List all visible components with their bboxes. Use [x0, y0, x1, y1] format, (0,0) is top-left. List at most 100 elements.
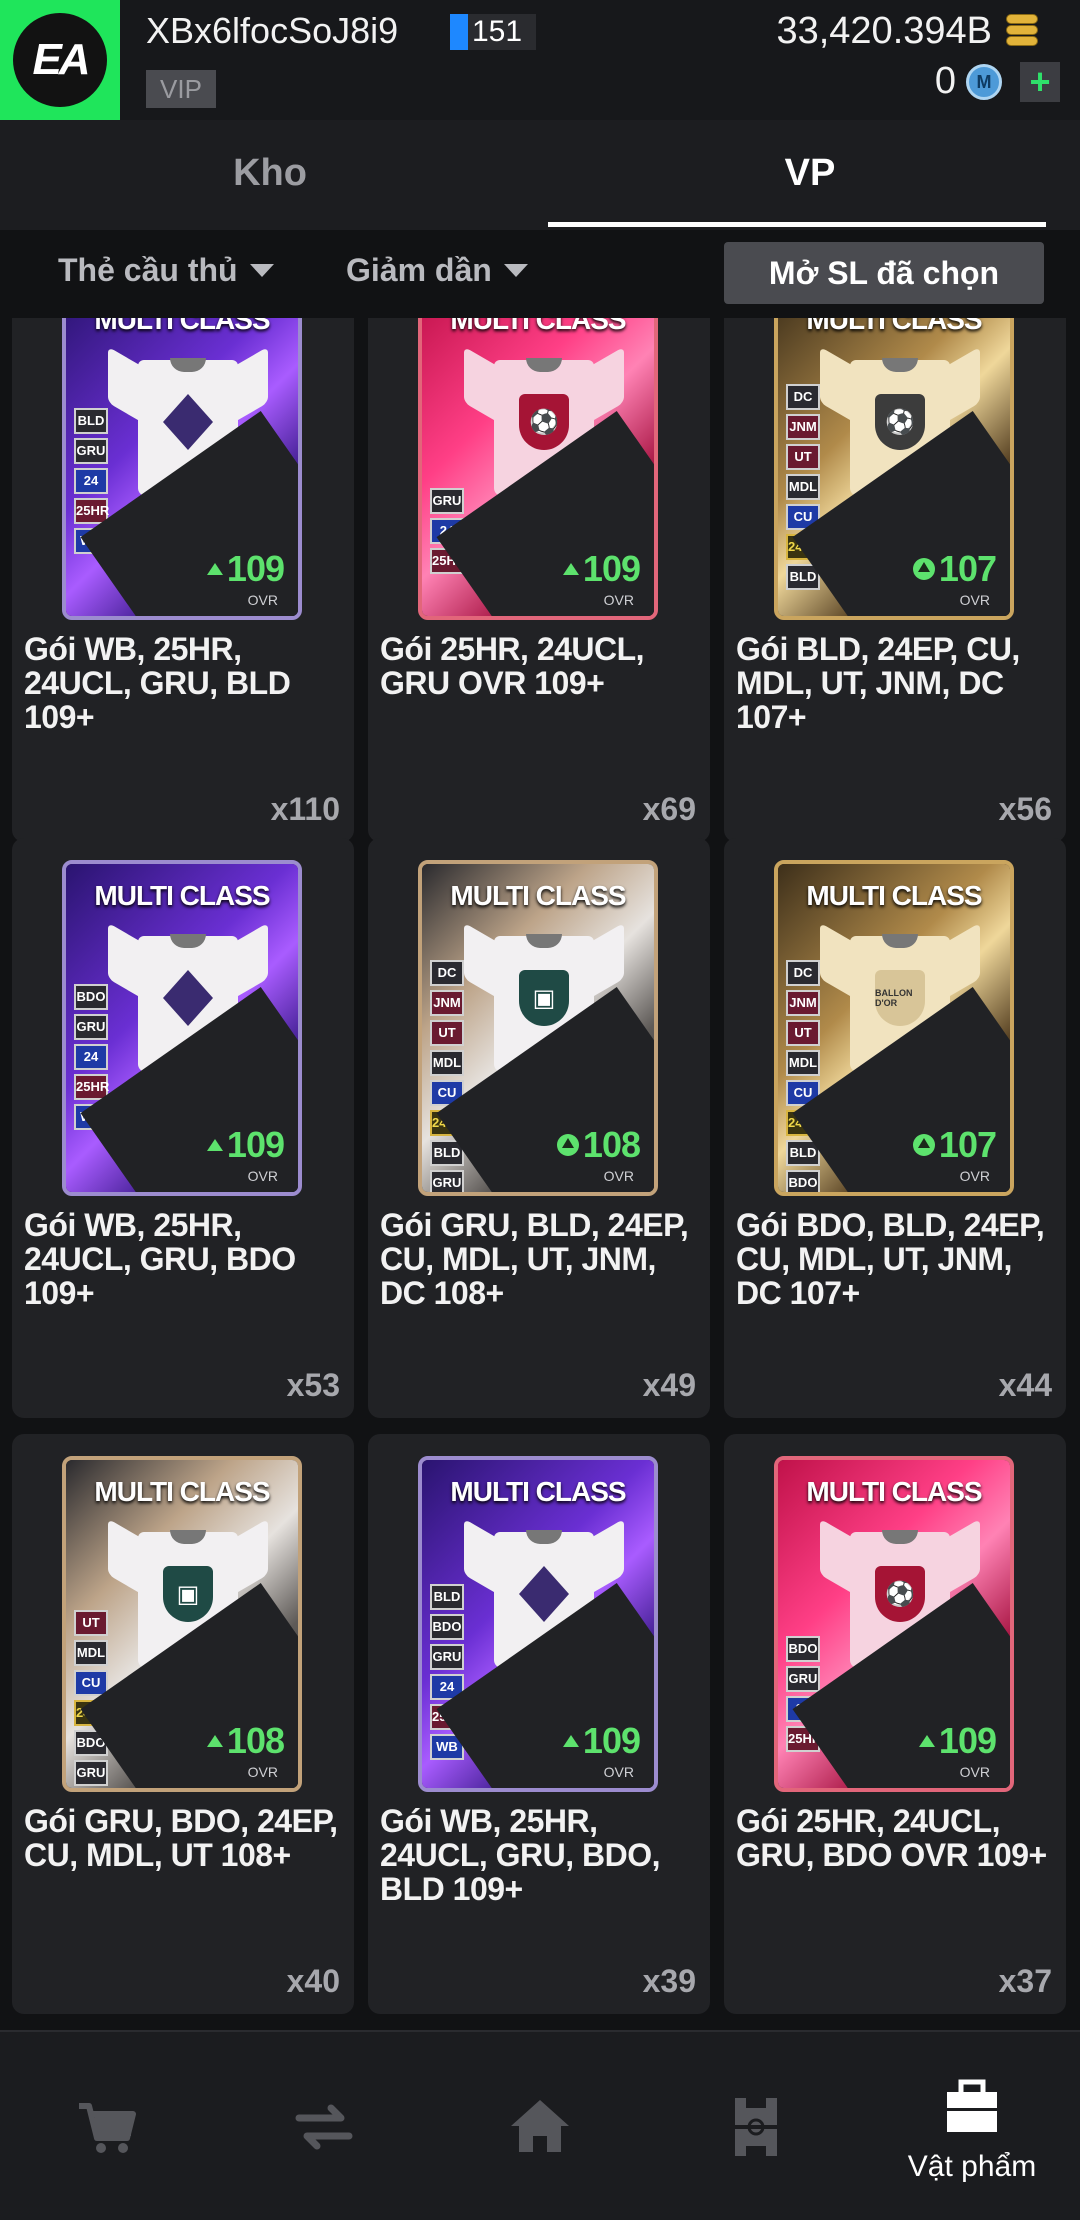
pack-title: MULTI CLASS	[450, 318, 626, 335]
pack-image: MULTI CLASS BLDBDOGRU2425HRWB 109 OVR	[418, 1456, 658, 1792]
arrow-up-icon	[206, 563, 223, 575]
item-card[interactable]: MULTI CLASS ⚽ BDOGRU2425HR 109 OVR Gói 2…	[724, 1434, 1066, 2014]
season-chip: GRU	[430, 1644, 464, 1670]
item-card[interactable]: MULTI CLASS ▣ DCJNMUTMDLCU24EPBLDGRU 108…	[368, 838, 710, 1418]
season-chip: GRU	[786, 1666, 820, 1692]
top-bar: EA XBx6lfocSoJ8i9 151 VIP 33,420.394B 0 …	[0, 0, 1080, 120]
active-tab-indicator	[548, 222, 1046, 227]
home-icon	[511, 2100, 569, 2152]
ovr-value: 107	[912, 1124, 997, 1166]
season-chip: DC	[430, 960, 464, 986]
bottom-nav: Vật phẩm	[0, 2030, 1080, 2220]
pack-image: MULTI CLASS ⚽ GRU2425HR 109 OVR	[418, 318, 658, 620]
item-quantity: x53	[286, 1367, 340, 1403]
season-chip: GRU	[430, 1170, 464, 1192]
ovr-label: OVR	[959, 1168, 990, 1184]
item-name: Gói WB, 25HR, 24UCL, GRU, BLD 109+	[24, 631, 291, 735]
season-chip: BDO	[74, 984, 108, 1010]
season-chip: BDO	[786, 1636, 820, 1662]
season-chip: JNM	[430, 990, 464, 1016]
item-name: Gói BDO, BLD, 24EP, CU, MDL, UT, JNM, DC…	[736, 1207, 1045, 1311]
arrow-up-circle-icon	[912, 558, 935, 580]
open-selected-button[interactable]: Mở SL đã chọn	[724, 242, 1044, 304]
item-quantity: x110	[270, 791, 340, 827]
ovr-label: OVR	[959, 1764, 990, 1780]
pack-title: MULTI CLASS	[806, 318, 982, 335]
season-chip: GRU	[74, 438, 108, 464]
transfer-icon	[295, 2104, 353, 2150]
caret-down-icon	[503, 264, 528, 277]
item-card[interactable]: MULTI CLASS BLDBDOGRU2425HRWB 109 OVR Gó…	[368, 1434, 710, 2014]
item-name: Gói 25HR, 24UCL, GRU, BDO OVR 109+	[736, 1803, 1047, 1873]
vip-badge[interactable]: VIP	[146, 70, 216, 108]
nav-items[interactable]: Vật phẩm	[864, 2032, 1080, 2220]
field-icon	[735, 2098, 777, 2156]
tab-kho[interactable]: Kho	[0, 120, 540, 226]
item-quantity: x37	[998, 1963, 1052, 1999]
season-chip: MDL	[786, 474, 820, 500]
nav-items-label: Vật phẩm	[907, 2150, 1037, 2183]
ea-logo-icon: EA	[13, 13, 107, 107]
season-chip: 24	[74, 1044, 108, 1070]
season-chip: UT	[74, 1610, 108, 1636]
coin-balance: 33,420.394B	[776, 10, 992, 52]
pack-title: MULTI CLASS	[94, 318, 270, 335]
item-card[interactable]: MULTI CLASS ⚽ GRU2425HR 109 OVR Gói 25HR…	[368, 318, 710, 842]
item-name: Gói WB, 25HR, 24UCL, GRU, BDO, BLD 109+	[380, 1803, 661, 1907]
arrow-up-circle-icon	[556, 1134, 579, 1156]
caret-down-icon	[249, 264, 274, 277]
item-card[interactable]: MULTI CLASS BALLON D'OR DCJNMUTMDLCU24EP…	[724, 838, 1066, 1418]
ea-logo-box[interactable]: EA	[0, 0, 120, 120]
nav-squad[interactable]	[648, 2032, 864, 2220]
nav-home[interactable]	[432, 2032, 648, 2220]
m-currency-balance: 0	[934, 60, 956, 102]
item-card[interactable]: MULTI CLASS BLDGRU2425HRWB 109 OVR Gói W…	[12, 318, 354, 842]
pack-title: MULTI CLASS	[806, 880, 982, 911]
item-card[interactable]: MULTI CLASS ▣ UTMDLCU24EPBDOGRU 108 OVR …	[12, 1434, 354, 2014]
coin-stack-icon	[1002, 14, 1042, 48]
item-quantity: x56	[998, 791, 1052, 827]
arrow-up-icon	[562, 1735, 579, 1747]
arrow-up-icon	[206, 1139, 223, 1151]
season-chip: MDL	[74, 1640, 108, 1666]
level-badge: 151	[450, 14, 536, 50]
type-filter-dropdown[interactable]: Thẻ cầu thủ	[58, 252, 274, 289]
item-quantity: x40	[286, 1963, 340, 1999]
item-quantity: x44	[998, 1367, 1052, 1403]
type-filter-label: Thẻ cầu thủ	[58, 252, 238, 288]
add-currency-button[interactable]: +	[1020, 62, 1060, 102]
username: XBx6lfocSoJ8i9	[146, 10, 399, 51]
item-card[interactable]: MULTI CLASS ⚽ DCJNMUTMDLCU24EPBLD 107 OV…	[724, 318, 1066, 842]
season-chip: MDL	[786, 1050, 820, 1076]
ovr-label: OVR	[247, 1764, 278, 1780]
item-name: Gói GRU, BLD, 24EP, CU, MDL, UT, JNM, DC…	[380, 1207, 689, 1311]
nav-shop[interactable]	[0, 2032, 216, 2220]
arrow-up-circle-icon	[912, 1134, 935, 1156]
season-chip: GRU	[430, 488, 464, 514]
season-chip: 24	[74, 468, 108, 494]
cart-icon	[79, 2103, 136, 2153]
pack-image: MULTI CLASS BDOGRU2425HRWB 109 OVR	[62, 860, 302, 1196]
level-value: 151	[472, 15, 523, 48]
item-grid[interactable]: MULTI CLASS BLDGRU2425HRWB 109 OVR Gói W…	[0, 318, 1080, 2020]
item-name: Gói 25HR, 24UCL, GRU OVR 109+	[380, 631, 645, 701]
nav-transfer[interactable]	[216, 2032, 432, 2220]
season-chip: JNM	[786, 414, 820, 440]
bag-icon	[947, 2079, 997, 2132]
item-name: Gói BLD, 24EP, CU, MDL, UT, JNM, DC 107+	[736, 631, 1020, 735]
sort-dropdown[interactable]: Giảm dần	[346, 252, 528, 289]
sort-label: Giảm dần	[346, 252, 492, 288]
ovr-value: 107	[912, 548, 997, 590]
season-chip: MDL	[430, 1050, 464, 1076]
tab-vp[interactable]: VP	[540, 120, 1080, 226]
arrow-up-icon	[918, 1735, 935, 1747]
pack-title: MULTI CLASS	[450, 880, 626, 911]
ovr-label: OVR	[603, 1764, 634, 1780]
ovr-value: 109	[918, 1720, 997, 1762]
pack-title: MULTI CLASS	[94, 1476, 270, 1507]
item-card[interactable]: MULTI CLASS BDOGRU2425HRWB 109 OVR Gói W…	[12, 838, 354, 1418]
arrow-up-icon	[206, 1735, 223, 1747]
pack-image: MULTI CLASS ▣ UTMDLCU24EPBDOGRU 108 OVR	[62, 1456, 302, 1792]
season-chip: UT	[430, 1020, 464, 1046]
ovr-label: OVR	[603, 1168, 634, 1184]
